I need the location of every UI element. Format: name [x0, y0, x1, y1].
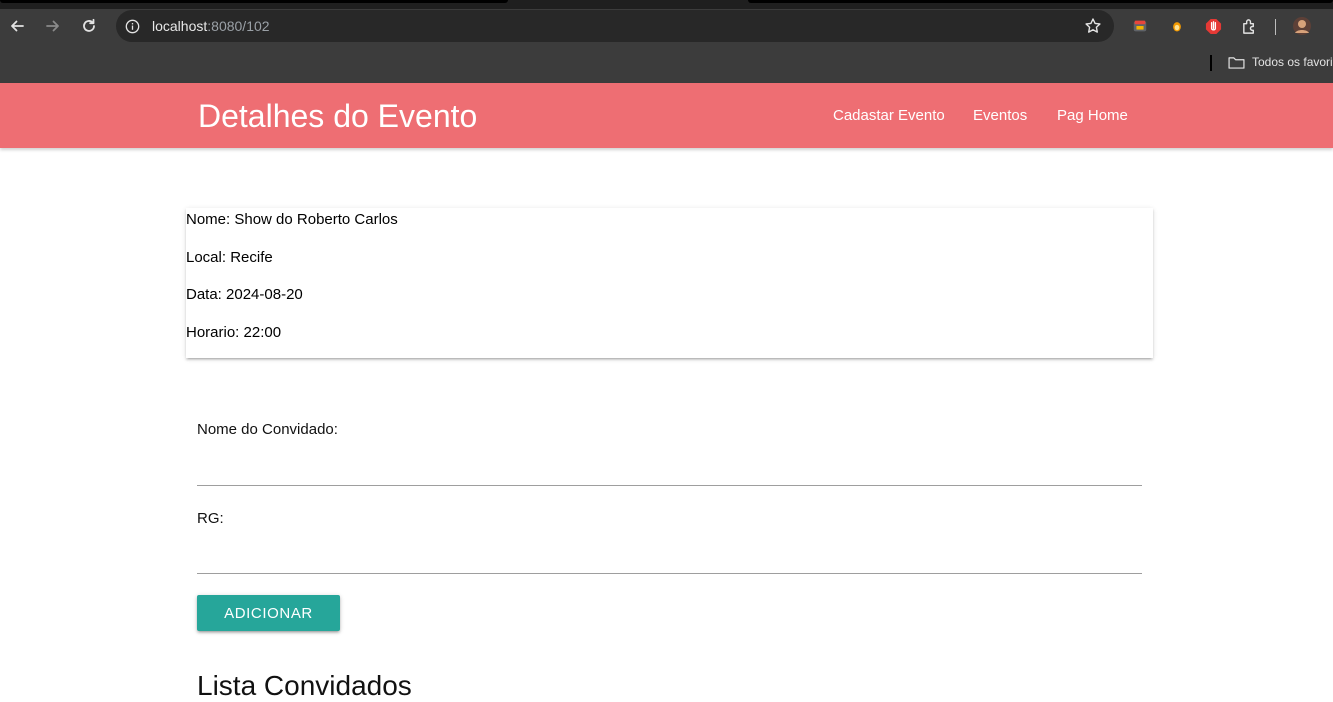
event-name: Nome: Show do Roberto Carlos	[186, 211, 398, 228]
tab-edge	[0, 0, 508, 3]
tab-strip	[0, 0, 1333, 9]
event-details-card: Nome: Show do Roberto Carlos Local: Reci…	[186, 208, 1153, 358]
bookmark-label: Todos os favorit	[1252, 55, 1333, 69]
back-arrow-icon	[11, 20, 24, 32]
guest-name-input[interactable]	[197, 452, 1142, 486]
url-host: localhost	[152, 18, 208, 34]
nav-link-home[interactable]: Pag Home	[1057, 107, 1128, 124]
guest-name-label: Nome do Convidado:	[197, 421, 338, 438]
extension-icon-1[interactable]	[1130, 16, 1150, 36]
extension-icon-2[interactable]	[1167, 16, 1187, 36]
forward-arrow-icon	[46, 20, 59, 32]
folder-icon	[1228, 56, 1245, 69]
extensions-puzzle-icon[interactable]	[1239, 16, 1259, 36]
profile-avatar-icon[interactable]	[1292, 16, 1312, 36]
event-place: Local: Recife	[186, 249, 273, 266]
bookmark-star-icon[interactable]	[1084, 17, 1102, 35]
adblock-icon[interactable]	[1203, 16, 1223, 36]
address-bar[interactable]: localhost:8080/102	[116, 10, 1114, 42]
nav-link-events[interactable]: Eventos	[973, 107, 1027, 124]
toolbar-divider	[1275, 19, 1276, 35]
browser-chrome: localhost:8080/102 Todos os favorit	[0, 0, 1333, 83]
bookmarks-divider	[1210, 55, 1212, 71]
reload-icon	[83, 18, 95, 32]
browser-toolbar: localhost:8080/102	[0, 9, 1333, 43]
nav-link-register-event[interactable]: Cadastar Evento	[833, 107, 945, 124]
app-navbar: Detalhes do Evento Cadastar Evento Event…	[0, 83, 1333, 148]
event-time: Horario: 22:00	[186, 324, 282, 341]
bookmarks-bar: Todos os favorit	[0, 43, 1333, 83]
reload-button[interactable]	[74, 9, 104, 43]
tab-edge	[748, 0, 1333, 3]
bookmark-folder-all[interactable]: Todos os favorit	[1228, 55, 1333, 69]
address-url: localhost:8080/102	[152, 18, 270, 34]
event-date: Data: 2024-08-20	[186, 286, 303, 303]
forward-button[interactable]	[38, 9, 68, 43]
page-title[interactable]: Detalhes do Evento	[198, 98, 477, 135]
add-guest-button[interactable]: ADICIONAR	[197, 595, 340, 631]
guest-list-title: Lista Convidados	[197, 670, 412, 701]
back-button[interactable]	[2, 9, 32, 43]
site-info-icon[interactable]	[124, 18, 140, 34]
url-path: :8080/102	[207, 18, 270, 34]
rg-label: RG:	[197, 510, 224, 527]
rg-input[interactable]	[197, 540, 1142, 574]
